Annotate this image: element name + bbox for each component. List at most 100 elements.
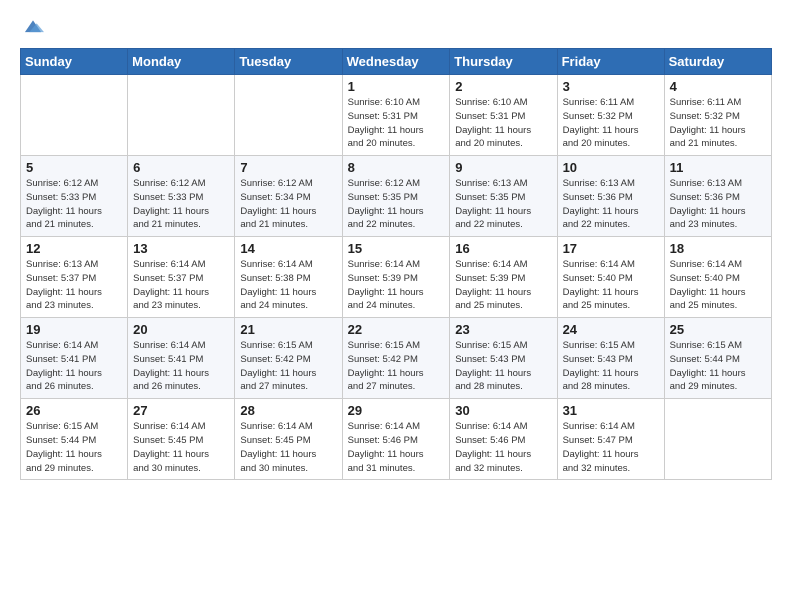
weekday-header-thursday: Thursday — [450, 49, 557, 75]
day-number: 26 — [26, 403, 122, 418]
day-info: Sunrise: 6:13 AMSunset: 5:36 PMDaylight:… — [670, 177, 766, 232]
day-info: Sunrise: 6:11 AMSunset: 5:32 PMDaylight:… — [563, 96, 659, 151]
calendar-cell: 28 Sunrise: 6:14 AMSunset: 5:45 PMDayligh… — [235, 399, 342, 480]
calendar-cell: 19 Sunrise: 6:14 AMSunset: 5:41 PMDayligh… — [21, 318, 128, 399]
day-number: 17 — [563, 241, 659, 256]
calendar-cell: 22Sunrise: 6:15 AMSunset: 5:42 PMDayligh… — [342, 318, 450, 399]
calendar-cell: 26 Sunrise: 6:15 AMSunset: 5:44 PMDayligh… — [21, 399, 128, 480]
day-number: 31 — [563, 403, 659, 418]
day-number: 11 — [670, 160, 766, 175]
weekday-header-friday: Friday — [557, 49, 664, 75]
day-info: Sunrise: 6:14 AMSunset: 5:39 PMDaylight:… — [348, 258, 445, 313]
day-number: 16 — [455, 241, 551, 256]
calendar-cell: 18 Sunrise: 6:14 AMSunset: 5:40 PMDayligh… — [664, 237, 771, 318]
day-info: Sunrise: 6:13 AMSunset: 5:36 PMDaylight:… — [563, 177, 659, 232]
day-number: 1 — [348, 79, 445, 94]
calendar-cell: 7 Sunrise: 6:12 AMSunset: 5:34 PMDaylight… — [235, 156, 342, 237]
calendar-cell: 4 Sunrise: 6:11 AMSunset: 5:32 PMDaylight… — [664, 75, 771, 156]
day-number: 6 — [133, 160, 229, 175]
day-info: Sunrise: 6:15 AMSunset: 5:43 PMDaylight:… — [563, 339, 659, 394]
calendar-cell: 2 Sunrise: 6:10 AMSunset: 5:31 PMDaylight… — [450, 75, 557, 156]
day-number: 8 — [348, 160, 445, 175]
day-info: Sunrise: 6:12 AMSunset: 5:35 PMDaylight:… — [348, 177, 445, 232]
day-info: Sunrise: 6:15 AMSunset: 5:44 PMDaylight:… — [26, 420, 122, 475]
calendar-cell: 21 Sunrise: 6:15 AMSunset: 5:42 PMDayligh… — [235, 318, 342, 399]
day-number: 23 — [455, 322, 551, 337]
calendar-cell: 1Sunrise: 6:10 AMSunset: 5:31 PMDaylight… — [342, 75, 450, 156]
weekday-header-wednesday: Wednesday — [342, 49, 450, 75]
day-info: Sunrise: 6:14 AMSunset: 5:38 PMDaylight:… — [240, 258, 336, 313]
day-info: Sunrise: 6:14 AMSunset: 5:41 PMDaylight:… — [26, 339, 122, 394]
calendar-cell — [235, 75, 342, 156]
day-number: 2 — [455, 79, 551, 94]
logo-icon — [22, 16, 44, 38]
day-info: Sunrise: 6:14 AMSunset: 5:46 PMDaylight:… — [455, 420, 551, 475]
day-info: Sunrise: 6:14 AMSunset: 5:40 PMDaylight:… — [670, 258, 766, 313]
calendar-cell: 8 Sunrise: 6:12 AMSunset: 5:35 PMDaylight… — [342, 156, 450, 237]
calendar: SundayMondayTuesdayWednesdayThursdayFrid… — [20, 48, 772, 480]
day-info: Sunrise: 6:14 AMSunset: 5:45 PMDaylight:… — [133, 420, 229, 475]
calendar-cell: 16Sunrise: 6:14 AMSunset: 5:39 PMDayligh… — [450, 237, 557, 318]
day-number: 7 — [240, 160, 336, 175]
weekday-header-saturday: Saturday — [664, 49, 771, 75]
week-row-1: 5 Sunrise: 6:12 AMSunset: 5:33 PMDaylight… — [21, 156, 772, 237]
day-info: Sunrise: 6:10 AMSunset: 5:31 PMDaylight:… — [455, 96, 551, 151]
header — [20, 16, 772, 38]
day-number: 13 — [133, 241, 229, 256]
calendar-cell: 9 Sunrise: 6:13 AMSunset: 5:35 PMDaylight… — [450, 156, 557, 237]
day-info: Sunrise: 6:15 AMSunset: 5:44 PMDaylight:… — [670, 339, 766, 394]
day-info: Sunrise: 6:12 AMSunset: 5:34 PMDaylight:… — [240, 177, 336, 232]
day-number: 9 — [455, 160, 551, 175]
day-number: 19 — [26, 322, 122, 337]
calendar-cell: 10 Sunrise: 6:13 AMSunset: 5:36 PMDayligh… — [557, 156, 664, 237]
day-number: 30 — [455, 403, 551, 418]
day-info: Sunrise: 6:13 AMSunset: 5:37 PMDaylight:… — [26, 258, 122, 313]
week-row-2: 12Sunrise: 6:13 AMSunset: 5:37 PMDayligh… — [21, 237, 772, 318]
calendar-cell: 13 Sunrise: 6:14 AMSunset: 5:37 PMDayligh… — [128, 237, 235, 318]
weekday-header-tuesday: Tuesday — [235, 49, 342, 75]
calendar-cell: 24Sunrise: 6:15 AMSunset: 5:43 PMDayligh… — [557, 318, 664, 399]
calendar-cell: 6 Sunrise: 6:12 AMSunset: 5:33 PMDaylight… — [128, 156, 235, 237]
day-number: 29 — [348, 403, 445, 418]
calendar-cell: 20 Sunrise: 6:14 AMSunset: 5:41 PMDayligh… — [128, 318, 235, 399]
calendar-cell: 14Sunrise: 6:14 AMSunset: 5:38 PMDayligh… — [235, 237, 342, 318]
day-number: 4 — [670, 79, 766, 94]
logo — [20, 16, 48, 38]
day-number: 28 — [240, 403, 336, 418]
day-number: 21 — [240, 322, 336, 337]
day-info: Sunrise: 6:12 AMSunset: 5:33 PMDaylight:… — [133, 177, 229, 232]
day-info: Sunrise: 6:13 AMSunset: 5:35 PMDaylight:… — [455, 177, 551, 232]
day-info: Sunrise: 6:14 AMSunset: 5:37 PMDaylight:… — [133, 258, 229, 313]
day-number: 10 — [563, 160, 659, 175]
calendar-cell: 11 Sunrise: 6:13 AMSunset: 5:36 PMDayligh… — [664, 156, 771, 237]
day-number: 20 — [133, 322, 229, 337]
day-info: Sunrise: 6:14 AMSunset: 5:46 PMDaylight:… — [348, 420, 445, 475]
week-row-4: 26 Sunrise: 6:15 AMSunset: 5:44 PMDayligh… — [21, 399, 772, 480]
day-number: 5 — [26, 160, 122, 175]
day-info: Sunrise: 6:11 AMSunset: 5:32 PMDaylight:… — [670, 96, 766, 151]
day-number: 25 — [670, 322, 766, 337]
day-info: Sunrise: 6:15 AMSunset: 5:42 PMDaylight:… — [240, 339, 336, 394]
page: SundayMondayTuesdayWednesdayThursdayFrid… — [0, 0, 792, 612]
day-info: Sunrise: 6:15 AMSunset: 5:43 PMDaylight:… — [455, 339, 551, 394]
calendar-cell: 29 Sunrise: 6:14 AMSunset: 5:46 PMDayligh… — [342, 399, 450, 480]
calendar-cell: 5Sunrise: 6:12 AMSunset: 5:33 PMDaylight… — [21, 156, 128, 237]
day-info: Sunrise: 6:14 AMSunset: 5:45 PMDaylight:… — [240, 420, 336, 475]
day-info: Sunrise: 6:14 AMSunset: 5:41 PMDaylight:… — [133, 339, 229, 394]
calendar-cell: 25 Sunrise: 6:15 AMSunset: 5:44 PMDayligh… — [664, 318, 771, 399]
calendar-cell: 30 Sunrise: 6:14 AMSunset: 5:46 PMDayligh… — [450, 399, 557, 480]
calendar-cell: 15 Sunrise: 6:14 AMSunset: 5:39 PMDayligh… — [342, 237, 450, 318]
calendar-cell — [664, 399, 771, 480]
calendar-cell: 23 Sunrise: 6:15 AMSunset: 5:43 PMDayligh… — [450, 318, 557, 399]
weekday-header-sunday: Sunday — [21, 49, 128, 75]
week-row-0: 1 Sunrise: 6:10 AMSunset: 5:31 PMDaylight… — [21, 75, 772, 156]
day-number: 15 — [348, 241, 445, 256]
day-number: 3 — [563, 79, 659, 94]
day-number: 27 — [133, 403, 229, 418]
week-row-3: 19 Sunrise: 6:14 AMSunset: 5:41 PMDayligh… — [21, 318, 772, 399]
calendar-cell — [21, 75, 128, 156]
day-number: 18 — [670, 241, 766, 256]
calendar-cell: 17 Sunrise: 6:14 AMSunset: 5:40 PMDayligh… — [557, 237, 664, 318]
calendar-cell: 3 Sunrise: 6:11 AMSunset: 5:32 PMDaylight… — [557, 75, 664, 156]
day-info: Sunrise: 6:14 AMSunset: 5:40 PMDaylight:… — [563, 258, 659, 313]
